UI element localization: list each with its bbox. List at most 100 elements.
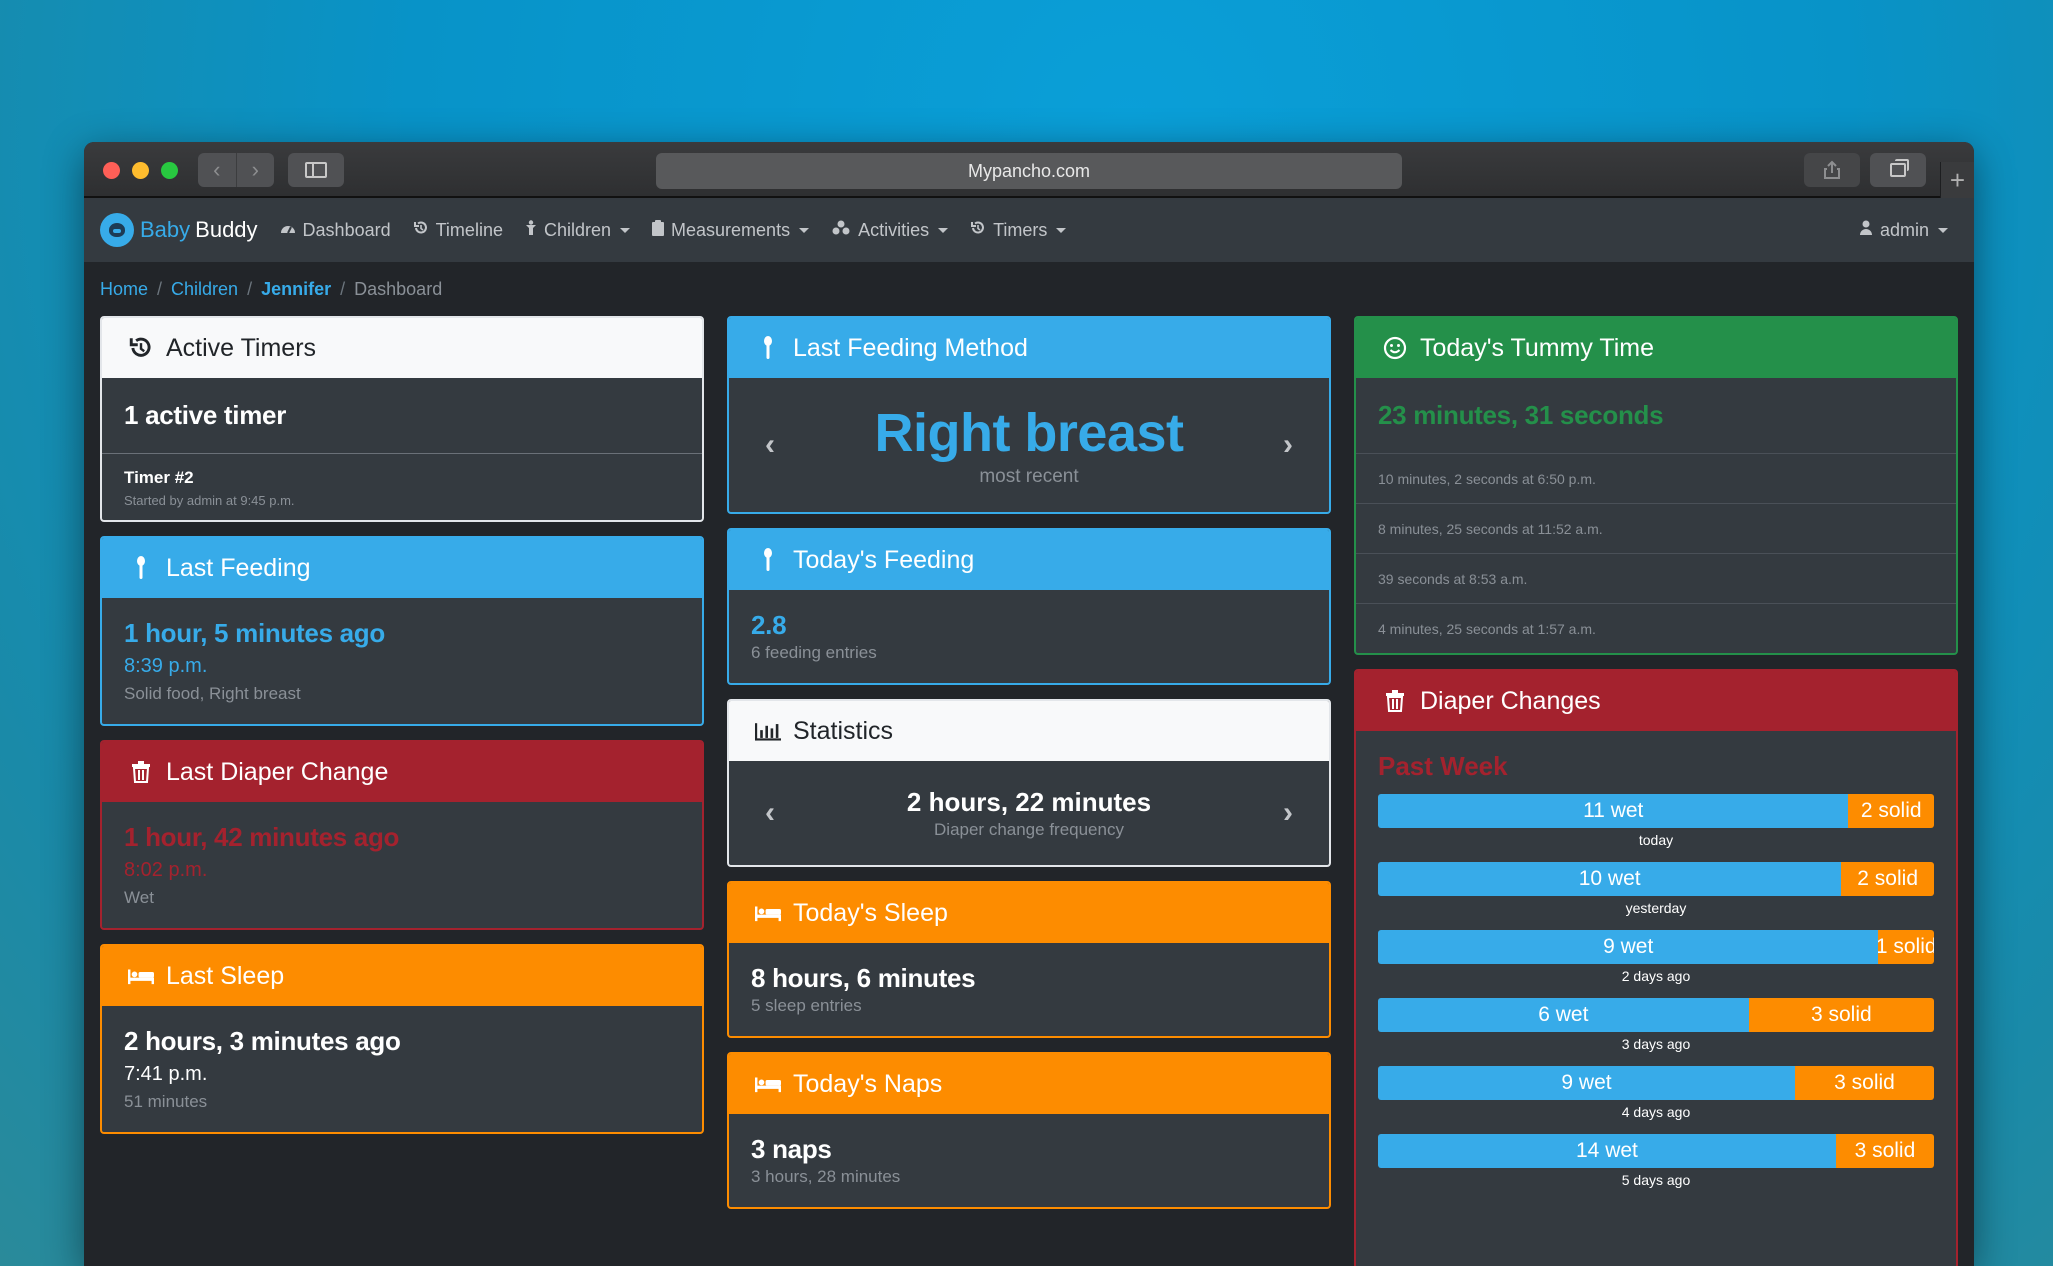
address-bar[interactable]: Mypancho.com	[656, 153, 1402, 189]
last-feeding-body: 1 hour, 5 minutes ago 8:39 p.m. Solid fo…	[102, 598, 702, 724]
todays-sleep-sub: 5 sleep entries	[751, 996, 862, 1015]
carousel-next-icon[interactable]: ›	[1283, 428, 1293, 462]
diaper-changes-title: Diaper Changes	[1420, 686, 1601, 715]
todays-naps-body: 3 naps 3 hours, 28 minutes	[729, 1114, 1329, 1207]
last-diaper-change-card[interactable]: Last Diaper Change 1 hour, 42 minutes ag…	[100, 740, 704, 930]
last-feeding-title: Last Feeding	[166, 553, 311, 582]
last-diaper-change-header: Last Diaper Change	[102, 742, 702, 802]
browser-titlebar: ‹ › Mypancho.com +	[84, 142, 1974, 198]
activities-icon	[831, 220, 851, 240]
nav-timers-dropdown[interactable]: Timers	[970, 220, 1067, 241]
wet-segment: 14 wet	[1378, 1134, 1836, 1168]
forward-button[interactable]: ›	[237, 153, 275, 187]
diaper-day-label: 4 days ago	[1621, 1104, 1691, 1120]
breadcrumb: Home / Children / Jennifer / Dashboard	[84, 262, 1974, 316]
last-feeding-method-title: Last Feeding Method	[793, 333, 1028, 362]
todays-naps-card[interactable]: Today's Naps 3 naps 3 hours, 28 minutes	[727, 1052, 1331, 1209]
brand-buddy-text: Buddy	[195, 217, 258, 242]
user-menu-dropdown[interactable]: admin	[1859, 198, 1948, 262]
nav-measurements-dropdown[interactable]: Measurements	[652, 220, 810, 241]
diaper-changes-card[interactable]: Diaper Changes Past Week 11 wet 2 solid to…	[1354, 669, 1958, 1266]
history-nav: ‹ ›	[198, 153, 274, 187]
spoon-icon	[755, 548, 781, 572]
todays-feeding-value: 2.8	[751, 610, 787, 640]
browser-window: ‹ › Mypancho.com + Baby Buddy Dashboard …	[84, 142, 1974, 1266]
last-sleep-header: Last Sleep	[102, 946, 702, 1006]
breadcrumb-separator: /	[340, 278, 346, 299]
todays-sleep-header: Today's Sleep	[729, 883, 1329, 943]
nav-timeline[interactable]: Timeline	[413, 220, 503, 241]
diaper-stacked-bar[interactable]: 14 wet 3 solid	[1378, 1134, 1934, 1168]
todays-sleep-title: Today's Sleep	[793, 898, 948, 927]
timer-name: Timer #2	[124, 468, 194, 487]
solid-segment: 3 solid	[1748, 998, 1934, 1032]
last-diaper-detail: Wet	[124, 888, 154, 907]
timer-list-item[interactable]: Timer #2 Started by admin at 9:45 p.m.	[102, 454, 702, 520]
spoon-icon	[755, 336, 781, 360]
user-name: admin	[1879, 219, 1929, 240]
last-feeding-card[interactable]: Last Feeding 1 hour, 5 minutes ago 8:39 …	[100, 536, 704, 726]
new-tab-button[interactable]: +	[1940, 162, 1974, 198]
tummy-time-card[interactable]: Today's Tummy Time 23 minutes, 31 second…	[1354, 316, 1958, 655]
zoom-window-button[interactable]	[161, 162, 178, 179]
carousel-next-icon[interactable]: ›	[1283, 796, 1293, 830]
wet-segment: 9 wet	[1378, 1066, 1795, 1100]
diaper-bar-row: 9 wet 3 solid 4 days ago	[1378, 1066, 1934, 1120]
diaper-day-label: 3 days ago	[1621, 1036, 1691, 1052]
todays-sleep-card[interactable]: Today's Sleep 8 hours, 6 minutes 5 sleep…	[727, 881, 1331, 1038]
breadcrumb-home[interactable]: Home	[100, 279, 148, 300]
todays-feeding-header: Today's Feeding	[729, 530, 1329, 590]
nav-dashboard[interactable]: Dashboard	[280, 220, 391, 241]
statistics-title: Statistics	[793, 716, 894, 745]
close-window-button[interactable]	[103, 162, 120, 179]
breadcrumb-separator: /	[247, 278, 253, 299]
back-button[interactable]: ‹	[198, 153, 237, 187]
nav-activities-dropdown[interactable]: Activities	[831, 220, 949, 241]
solid-segment: 1 solid	[1878, 930, 1934, 964]
feeding-method-value: Right breast	[874, 403, 1184, 463]
chevron-down-icon	[938, 227, 949, 233]
diaper-stacked-bar[interactable]: 9 wet 3 solid	[1378, 1066, 1934, 1100]
diaper-stacked-bar[interactable]: 6 wet 3 solid	[1378, 998, 1934, 1032]
todays-naps-sub: 3 hours, 28 minutes	[751, 1167, 901, 1186]
nav-children-dropdown[interactable]: Children	[525, 220, 631, 241]
last-sleep-card[interactable]: Last Sleep 2 hours, 3 minutes ago 7:41 p…	[100, 944, 704, 1134]
diaper-stacked-bar[interactable]: 9 wet 1 solid	[1378, 930, 1934, 964]
timer-icon	[970, 220, 986, 240]
minimize-window-button[interactable]	[132, 162, 149, 179]
solid-segment: 3 solid	[1795, 1066, 1934, 1100]
last-sleep-title: Last Sleep	[166, 961, 285, 990]
tummy-time-total-row: 23 minutes, 31 seconds	[1356, 378, 1956, 453]
diaper-day-label: 5 days ago	[1621, 1172, 1691, 1188]
solid-segment: 3 solid	[1835, 1134, 1934, 1168]
brand-baby-text: Baby	[140, 217, 191, 242]
last-sleep-time: 7:41 p.m.	[124, 1063, 208, 1085]
brand-link[interactable]: Baby Buddy	[100, 213, 258, 247]
diaper-stacked-bar[interactable]: 11 wet 2 solid	[1378, 794, 1934, 828]
carousel-prev-icon[interactable]: ‹	[765, 796, 775, 830]
solid-segment: 2 solid	[1841, 862, 1934, 896]
todays-feeding-card[interactable]: Today's Feeding 2.8 6 feeding entries	[727, 528, 1331, 685]
list-item: 4 minutes, 25 seconds at 1:57 a.m.	[1356, 603, 1956, 653]
statistics-sub: Diaper change frequency	[934, 819, 1124, 839]
sidebar-toggle-button[interactable]	[288, 153, 344, 187]
active-timers-card[interactable]: Active Timers 1 active timer Timer #2 St…	[100, 316, 704, 522]
history-icon	[413, 220, 429, 240]
app-navbar: Baby Buddy Dashboard Timeline Children M…	[84, 198, 1974, 262]
last-feeding-method-card[interactable]: Last Feeding Method ‹ Right breast most …	[727, 316, 1331, 514]
last-sleep-body: 2 hours, 3 minutes ago 7:41 p.m. 51 minu…	[102, 1006, 702, 1132]
active-timers-header: Active Timers	[102, 318, 702, 378]
carousel-prev-icon[interactable]: ‹	[765, 428, 775, 462]
show-tabs-button[interactable]	[1870, 153, 1926, 187]
diaper-stacked-bar[interactable]: 10 wet 2 solid	[1378, 862, 1934, 896]
timer-icon	[128, 335, 154, 361]
breadcrumb-child[interactable]: Jennifer	[261, 279, 331, 300]
share-button[interactable]	[1804, 153, 1860, 187]
breadcrumb-children[interactable]: Children	[171, 279, 238, 300]
bed-icon	[755, 903, 781, 923]
last-diaper-ago: 1 hour, 42 minutes ago	[124, 822, 400, 852]
statistics-card[interactable]: Statistics ‹ 2 hours, 22 minutes Diaper …	[727, 699, 1331, 867]
tummy-time-title: Today's Tummy Time	[1420, 333, 1654, 362]
chevron-down-icon	[1056, 227, 1067, 233]
bed-icon	[128, 966, 154, 986]
